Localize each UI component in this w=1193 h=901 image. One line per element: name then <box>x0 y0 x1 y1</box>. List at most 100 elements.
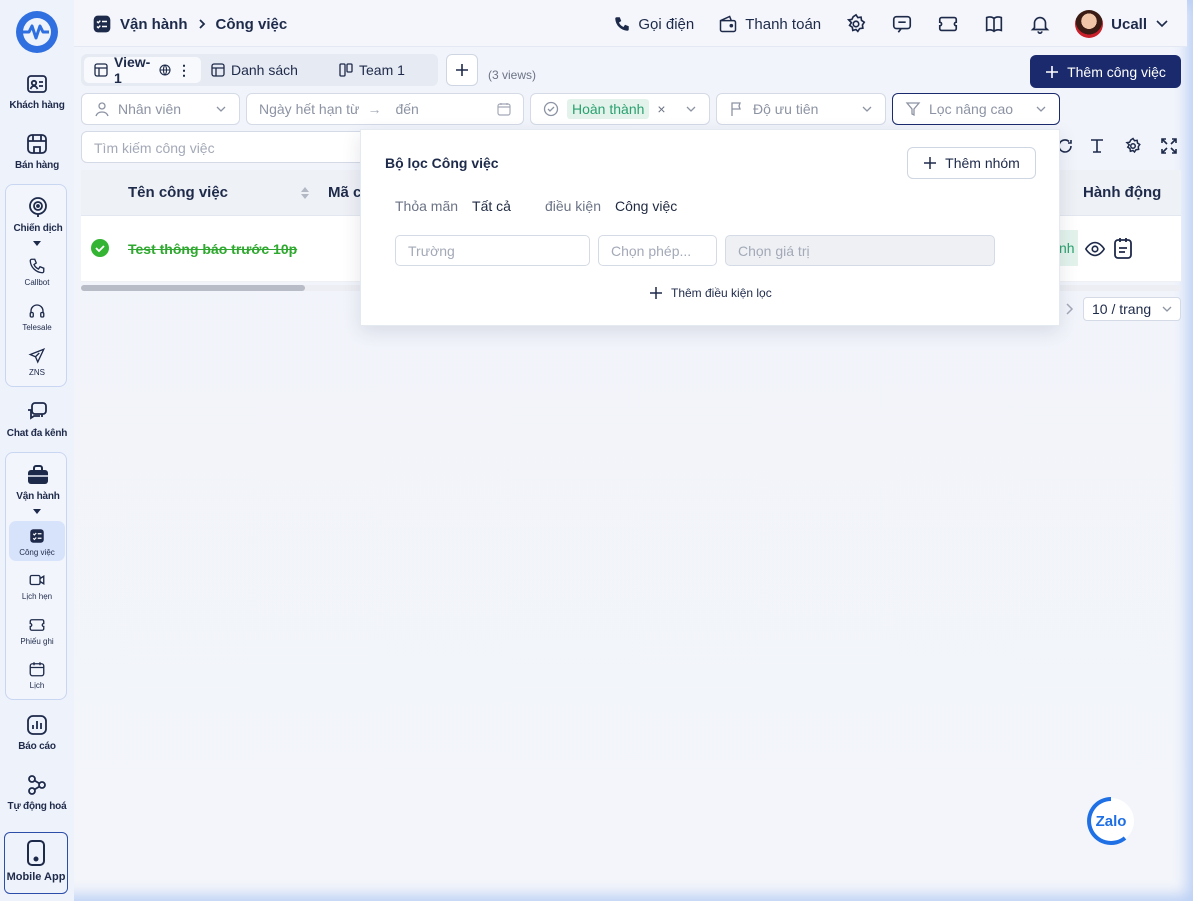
sidebar-sub-tasks[interactable]: Công việc <box>9 521 65 561</box>
employee-filter-label: Nhân viên <box>118 101 182 117</box>
gear-icon[interactable] <box>845 13 867 35</box>
expand-caret-icon[interactable] <box>33 241 41 246</box>
ticket-icon <box>28 616 46 634</box>
sidebar-item-campaign[interactable]: Chiến dịch <box>5 195 71 234</box>
column-header-code[interactable]: Mã c <box>328 184 361 201</box>
value-select: Chọn giá trị <box>725 235 995 266</box>
sidebar-sub-appointments[interactable]: Lịch hẹn <box>9 571 65 601</box>
sidebar-sub-telesale[interactable]: Telesale <box>9 302 65 332</box>
page-size-label: 10 / trang <box>1092 301 1152 317</box>
advanced-filter-panel: Bộ lọc Công việc Thêm nhóm Thỏa mãn Tất … <box>360 129 1060 326</box>
chevron-down-icon <box>1162 304 1172 314</box>
book-icon[interactable] <box>983 13 1005 35</box>
sidebar-sub-calendar[interactable]: Lịch <box>9 660 65 690</box>
funnel-icon <box>905 101 921 117</box>
send-icon <box>28 347 46 365</box>
task-list-icon <box>92 14 112 34</box>
header-actions: Gọi điện Thanh toán Ucall <box>589 10 1169 38</box>
add-view-button[interactable] <box>446 54 478 86</box>
sidebar-item-customers[interactable]: Khách hàng <box>4 72 70 111</box>
sidebar-item-reports[interactable]: Báo cáo <box>4 713 70 752</box>
table-icon <box>94 63 108 77</box>
app-logo[interactable] <box>14 9 60 55</box>
sidebar-item-operations[interactable]: Vận hành <box>5 463 71 502</box>
call-button[interactable]: Gọi điện <box>613 10 694 38</box>
completed-check-icon[interactable] <box>91 239 109 257</box>
view-tabs: View-1 ⋮ Danh sách Team 1 <box>81 54 438 86</box>
sidebar-item-chat[interactable]: Chat đa kênh <box>4 400 70 439</box>
wallet-icon <box>718 14 738 34</box>
column-header-actions: Hành động <box>1083 184 1162 201</box>
store-icon <box>25 132 49 156</box>
satisfy-select[interactable]: Tất cả <box>472 198 511 214</box>
plus-icon <box>923 156 937 170</box>
sidebar-item-automation[interactable]: Tự động hoá <box>4 773 70 812</box>
avatar[interactable] <box>1075 10 1104 38</box>
operator-select[interactable]: Chọn phép... <box>598 235 717 266</box>
plus-icon <box>454 62 470 78</box>
target-icon <box>26 195 50 219</box>
add-group-button[interactable]: Thêm nhóm <box>907 147 1036 179</box>
advanced-filter-button[interactable]: Lọc nâng cao <box>892 93 1060 125</box>
search-input[interactable]: Tìm kiếm công việc <box>81 131 371 163</box>
arrow-right-icon: → <box>367 101 382 117</box>
value-placeholder: Chọn giá trị <box>738 243 810 259</box>
employee-filter[interactable]: Nhân viên <box>81 93 240 125</box>
priority-filter-label: Độ ưu tiên <box>753 101 819 117</box>
task-name[interactable]: Test thông báo trước 10p <box>128 241 297 257</box>
tab-view-1[interactable]: View-1 ⋮ <box>84 54 201 86</box>
condition-entity: Công việc <box>615 198 678 214</box>
breadcrumb-operations[interactable]: Vận hành <box>120 16 188 33</box>
user-name[interactable]: Ucall <box>1111 16 1147 33</box>
due-from-input[interactable]: Ngày hết hạn từ <box>259 101 359 117</box>
breadcrumb-tasks: Công việc <box>215 15 288 33</box>
ticket-icon[interactable] <box>937 13 959 35</box>
advanced-filter-label: Lọc nâng cao <box>929 101 1014 117</box>
status-filter[interactable]: Hoàn thành × <box>530 93 710 125</box>
tab-list[interactable]: Danh sách <box>201 57 329 83</box>
add-condition-button[interactable]: Thêm điều kiện lọc <box>649 286 772 300</box>
sidebar-sub-callbot[interactable]: Callbot <box>9 257 65 287</box>
field-placeholder: Trường <box>408 243 455 259</box>
payment-label: Thanh toán <box>745 15 822 33</box>
due-to-input[interactable]: đến <box>395 101 418 117</box>
message-icon[interactable] <box>891 13 913 35</box>
next-page-icon[interactable] <box>1064 302 1074 316</box>
sidebar-label: Chat đa kênh <box>6 428 68 439</box>
sidebar-item-sales[interactable]: Bán hàng <box>4 132 70 171</box>
views-count: (3 views) <box>488 68 537 82</box>
eye-icon[interactable] <box>1084 238 1106 260</box>
kanban-icon <box>339 63 353 77</box>
sidebar-item-mobile-app[interactable]: Mobile App <box>4 832 68 894</box>
close-icon[interactable]: × <box>657 101 665 117</box>
horizontal-scrollbar[interactable] <box>81 285 305 291</box>
chevron-down-icon[interactable] <box>1155 17 1169 31</box>
chevron-down-icon <box>215 103 227 115</box>
clipboard-icon[interactable] <box>1113 237 1133 259</box>
text-height-icon[interactable] <box>1088 137 1108 157</box>
expand-caret-icon[interactable] <box>33 509 41 514</box>
sidebar-label: Báo cáo <box>18 741 56 752</box>
sidebar-sub-tickets[interactable]: Phiếu ghi <box>9 616 65 646</box>
add-condition-label: Thêm điều kiện lọc <box>671 286 772 300</box>
add-task-button[interactable]: Thêm công việc <box>1030 55 1181 88</box>
tab-label: View-1 <box>114 54 151 86</box>
tab-team-1[interactable]: Team 1 <box>329 57 415 83</box>
fullscreen-icon[interactable] <box>1160 137 1180 157</box>
zalo-chat-button[interactable]: Zalo <box>1086 796 1136 846</box>
headset-icon <box>28 302 46 320</box>
flag-icon <box>729 101 745 117</box>
column-header-name[interactable]: Tên công việc <box>128 184 228 201</box>
more-vertical-icon[interactable]: ⋮ <box>177 62 191 79</box>
due-date-range[interactable]: Ngày hết hạn từ → đến <box>246 93 524 125</box>
payment-button[interactable]: Thanh toán <box>718 10 821 38</box>
sort-icon[interactable] <box>300 185 310 201</box>
field-select[interactable]: Trường <box>395 235 590 266</box>
sidebar-sub-zns[interactable]: ZNS <box>9 347 65 377</box>
bell-icon[interactable] <box>1029 13 1051 35</box>
priority-filter[interactable]: Độ ưu tiên <box>716 93 886 125</box>
gear-icon[interactable] <box>1124 137 1144 157</box>
page-size-select[interactable]: 10 / trang <box>1083 297 1181 321</box>
add-group-label: Thêm nhóm <box>945 155 1020 171</box>
sidebar-label: Tự động hoá <box>7 801 67 812</box>
